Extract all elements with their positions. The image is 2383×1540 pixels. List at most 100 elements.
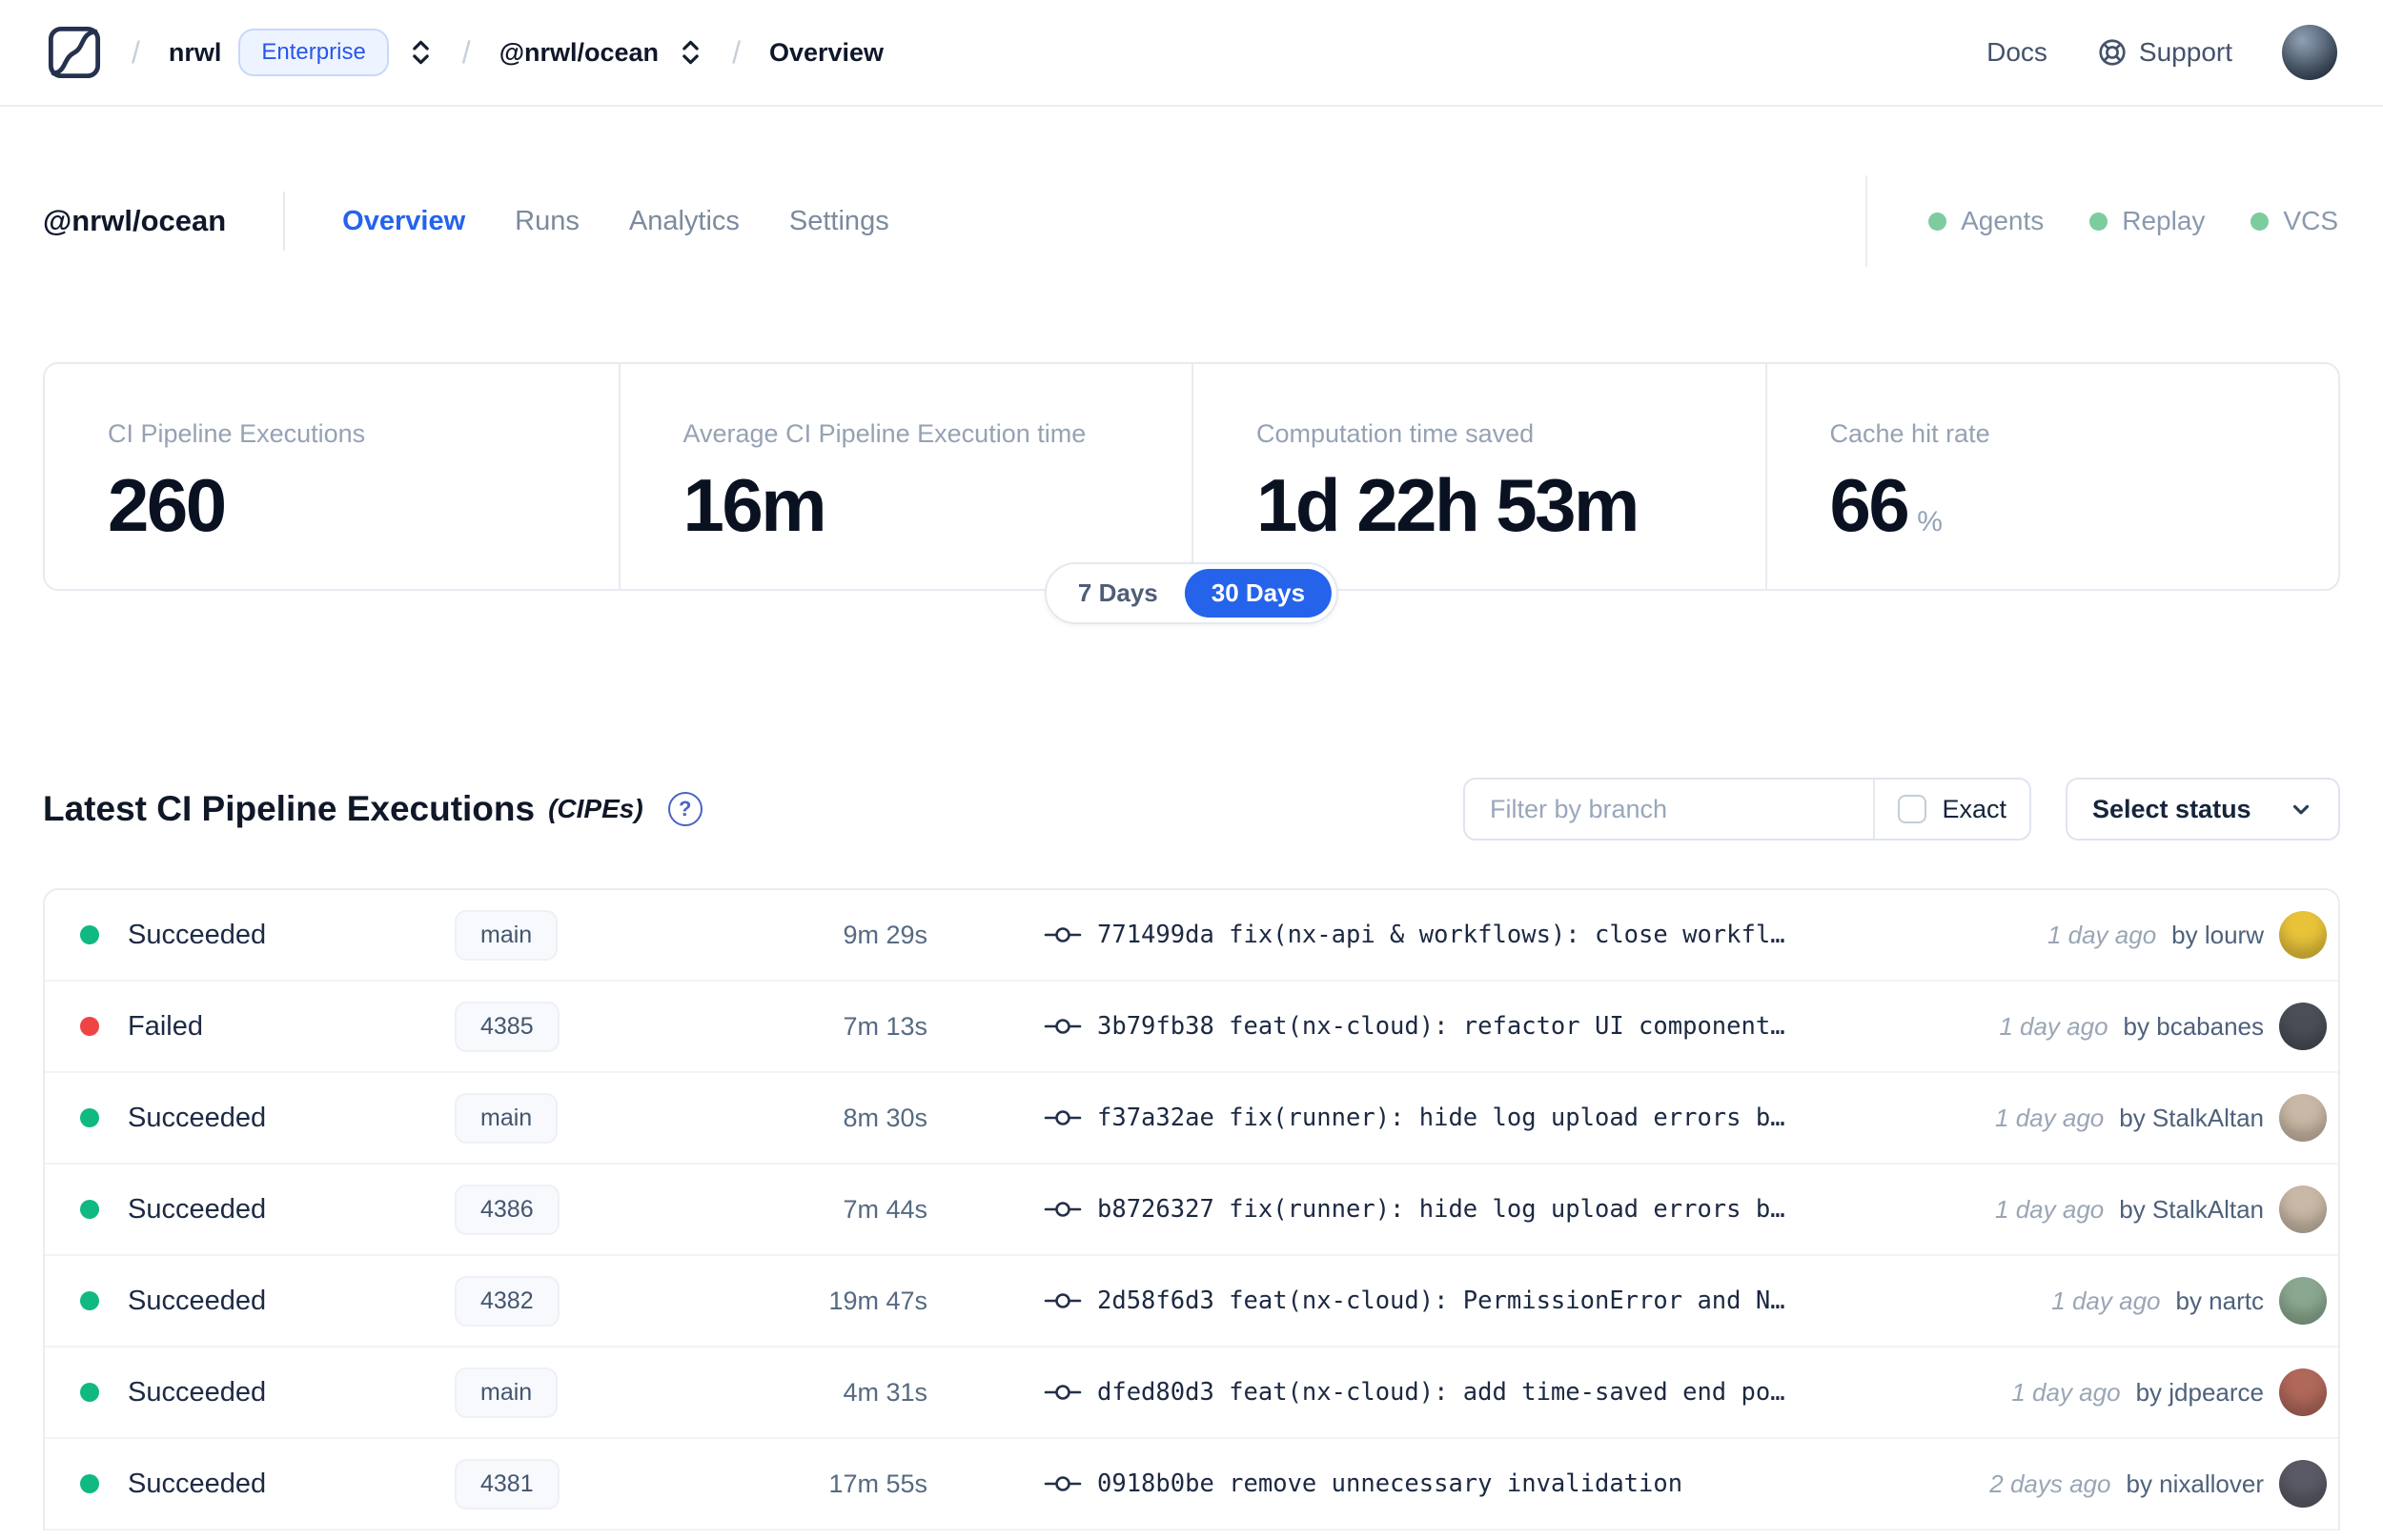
stat-cache-hit-rate: Cache hit rate 66% xyxy=(1764,364,2339,589)
chevron-updown-icon xyxy=(413,40,429,65)
user-avatar[interactable] xyxy=(2282,25,2337,80)
git-commit-icon xyxy=(1044,1476,1082,1491)
author-avatar xyxy=(2279,1094,2327,1142)
branch-badge: main xyxy=(455,1092,559,1144)
meta-cell: 1 day ago by StalkAltan xyxy=(1976,1094,2327,1142)
status-dot xyxy=(80,1291,99,1310)
duration: 19m 47s xyxy=(828,1286,927,1315)
branch-badge: main xyxy=(455,909,559,961)
breadcrumb-workspace[interactable]: @nrwl/ocean xyxy=(499,38,659,68)
indicator-replay[interactable]: Replay xyxy=(2089,206,2205,236)
cipe-section-header: Latest CI Pipeline Executions (CIPEs) ? … xyxy=(43,778,2340,841)
toggle-7-days[interactable]: 7 Days xyxy=(1051,569,1185,618)
indicator-label: VCS xyxy=(2283,206,2338,235)
toggle-30-days[interactable]: 30 Days xyxy=(1184,569,1333,618)
status-label: Succeeded xyxy=(128,1285,267,1316)
status-label: Succeeded xyxy=(128,1376,267,1408)
workspace-switcher-button[interactable] xyxy=(678,37,703,68)
main-content: @nrwl/ocean Overview Runs Analytics Sett… xyxy=(0,175,2383,1530)
stat-computation-time-saved: Computation time saved 1d 22h 53m xyxy=(1192,364,1765,589)
status-label: Succeeded xyxy=(128,919,267,950)
author-avatar xyxy=(2279,1185,2327,1233)
topbar-actions: Docs Support xyxy=(1986,25,2337,80)
status-cell: Failed xyxy=(73,1011,455,1043)
author: by nartc xyxy=(2175,1286,2265,1315)
branch-badge: 4386 xyxy=(455,1184,560,1235)
branch-cell: 4381 xyxy=(455,1458,741,1510)
commit-message: dfed80d3 feat(nx-cloud): add time-saved … xyxy=(1097,1378,1785,1407)
exact-checkbox[interactable] xyxy=(1898,795,1927,823)
indicator-label: Replay xyxy=(2122,206,2206,235)
status-dot xyxy=(80,1383,99,1402)
stat-label: Average CI Pipeline Execution time xyxy=(682,419,1087,448)
commit-message: 771499da fix(nx-api & workflows): close … xyxy=(1097,921,1785,949)
indicator-vcs[interactable]: VCS xyxy=(2251,206,2338,236)
docs-link[interactable]: Docs xyxy=(1986,37,2047,68)
status-label: Failed xyxy=(128,1010,203,1042)
breadcrumb-separator: / xyxy=(461,34,471,70)
status-dot xyxy=(80,1108,99,1127)
stat-value: 1d 22h 53m xyxy=(1256,463,1640,547)
breadcrumb-org[interactable]: nrwl xyxy=(169,38,222,68)
author-avatar xyxy=(2279,1277,2327,1325)
status-dot xyxy=(80,1017,99,1036)
cipe-row[interactable]: Succeeded main 8m 30s f37a32ae fix(runne… xyxy=(45,1073,2338,1165)
status-select-dropdown[interactable]: Select status xyxy=(2066,778,2340,841)
duration: 17m 55s xyxy=(828,1469,927,1498)
commit-cell: 0918b0be remove unnecessary invalidation xyxy=(927,1469,1970,1498)
stat-value: 260 xyxy=(108,463,227,547)
time-ago: 1 day ago xyxy=(1995,1194,2105,1224)
commit-cell: f37a32ae fix(runner): hide log upload er… xyxy=(927,1104,1976,1132)
duration: 4m 31s xyxy=(843,1377,927,1407)
branch-cell: 4382 xyxy=(455,1275,741,1327)
branch-filter-input[interactable] xyxy=(1465,780,1874,839)
tab-analytics[interactable]: Analytics xyxy=(629,206,740,237)
status-label: Succeeded xyxy=(128,1468,267,1499)
git-commit-icon xyxy=(1044,1385,1082,1400)
indicator-agents[interactable]: Agents xyxy=(1928,206,2044,236)
cipe-row[interactable]: Succeeded 4381 17m 55s 0918b0be remove u… xyxy=(45,1439,2338,1530)
branch-badge: 4382 xyxy=(455,1275,560,1327)
status-cell: Succeeded xyxy=(73,1194,455,1226)
author: by jdpearce xyxy=(2135,1377,2264,1407)
org-switcher-button[interactable] xyxy=(408,37,434,68)
branch-badge: main xyxy=(455,1367,559,1418)
tab-settings[interactable]: Settings xyxy=(789,206,889,237)
status-dot xyxy=(80,1474,99,1493)
cipe-row[interactable]: Failed 4385 7m 13s 3b79fb38 feat(nx-clou… xyxy=(45,982,2338,1073)
cipe-row[interactable]: Succeeded main 9m 29s 771499da fix(nx-ap… xyxy=(45,890,2338,982)
support-link[interactable]: Support xyxy=(2097,37,2232,68)
branch-cell: 4386 xyxy=(455,1184,741,1235)
tab-overview[interactable]: Overview xyxy=(342,206,465,237)
cipe-row[interactable]: Succeeded 4382 19m 47s 2d58f6d3 feat(nx-… xyxy=(45,1256,2338,1348)
cipe-row[interactable]: Succeeded 4386 7m 44s b8726327 fix(runne… xyxy=(45,1165,2338,1256)
top-bar: / nrwl Enterprise / @nrwl/ocean / Overvi… xyxy=(0,0,2383,107)
section-title: Latest CI Pipeline Executions xyxy=(43,789,536,828)
breadcrumb-separator: / xyxy=(132,34,140,70)
branch-cell: 4385 xyxy=(455,1001,741,1052)
branch-cell: main xyxy=(455,1367,741,1418)
help-icon[interactable]: ? xyxy=(667,792,703,826)
author: by StalkAltan xyxy=(2119,1103,2264,1132)
workspace-nav: @nrwl/ocean Overview Runs Analytics Sett… xyxy=(43,175,2340,267)
branch-badge: 4381 xyxy=(455,1458,560,1510)
author-avatar xyxy=(2279,911,2327,959)
cipe-row[interactable]: Succeeded main 4m 31s dfed80d3 feat(nx-c… xyxy=(45,1348,2338,1439)
commit-message: 0918b0be remove unnecessary invalidation xyxy=(1097,1469,1683,1498)
status-indicators: Agents Replay VCS xyxy=(1865,175,2340,267)
git-commit-icon xyxy=(1044,1110,1082,1125)
cipe-table: Succeeded main 9m 29s 771499da fix(nx-ap… xyxy=(43,888,2340,1530)
nx-cloud-logo[interactable] xyxy=(46,24,103,81)
branch-filter-group: Exact xyxy=(1463,778,2031,841)
enterprise-badge: Enterprise xyxy=(238,29,389,76)
author: by StalkAltan xyxy=(2119,1194,2264,1224)
breadcrumb-page[interactable]: Overview xyxy=(769,38,884,68)
green-status-dot xyxy=(1928,212,1947,231)
commit-message: 2d58f6d3 feat(nx-cloud): PermissionError… xyxy=(1097,1287,1785,1315)
status-dot xyxy=(80,925,99,944)
meta-cell: 1 day ago by jdpearce xyxy=(1992,1368,2327,1416)
time-ago: 2 days ago xyxy=(1989,1469,2111,1498)
status-cell: Succeeded xyxy=(73,1377,455,1408)
tab-runs[interactable]: Runs xyxy=(515,206,580,237)
workspace-title: @nrwl/ocean xyxy=(43,204,227,237)
